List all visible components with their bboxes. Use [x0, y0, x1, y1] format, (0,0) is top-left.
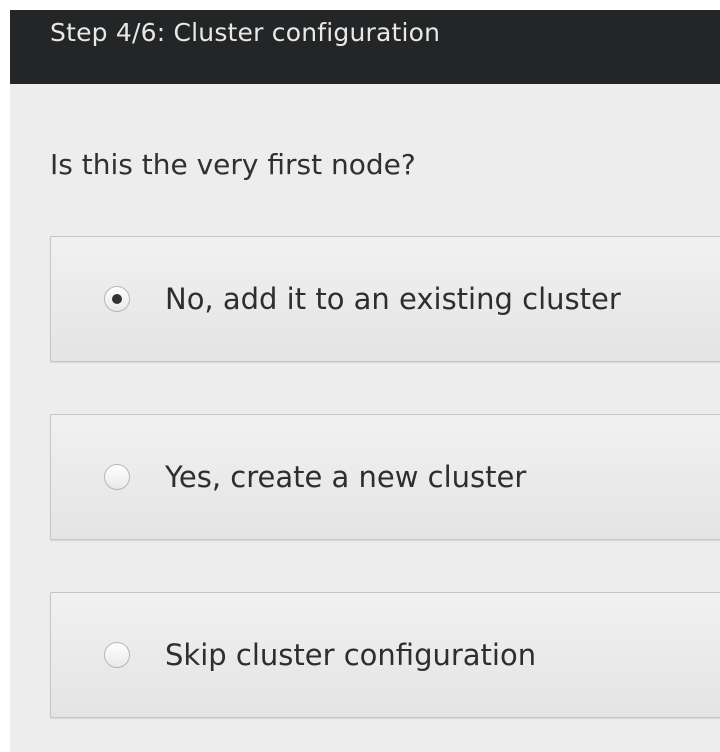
option-skip-cluster-configuration[interactable]: Skip cluster configuration	[50, 592, 720, 718]
option-label: No, add it to an existing cluster	[165, 282, 621, 316]
option-add-existing-cluster[interactable]: No, add it to an existing cluster	[50, 236, 720, 362]
radio-button-selected[interactable]	[104, 286, 130, 312]
option-create-new-cluster[interactable]: Yes, create a new cluster	[50, 414, 720, 540]
option-label: Skip cluster configuration	[165, 638, 537, 672]
step-title: Step 4/6: Cluster configuration	[50, 18, 441, 47]
question-text: Is this the very first node?	[50, 148, 416, 181]
option-label: Yes, create a new cluster	[165, 460, 527, 494]
radio-button[interactable]	[104, 642, 130, 668]
step-header: Step 4/6: Cluster configuration	[10, 10, 720, 84]
installer-window: Step 4/6: Cluster configuration Is this …	[10, 10, 720, 752]
radio-button[interactable]	[104, 464, 130, 490]
